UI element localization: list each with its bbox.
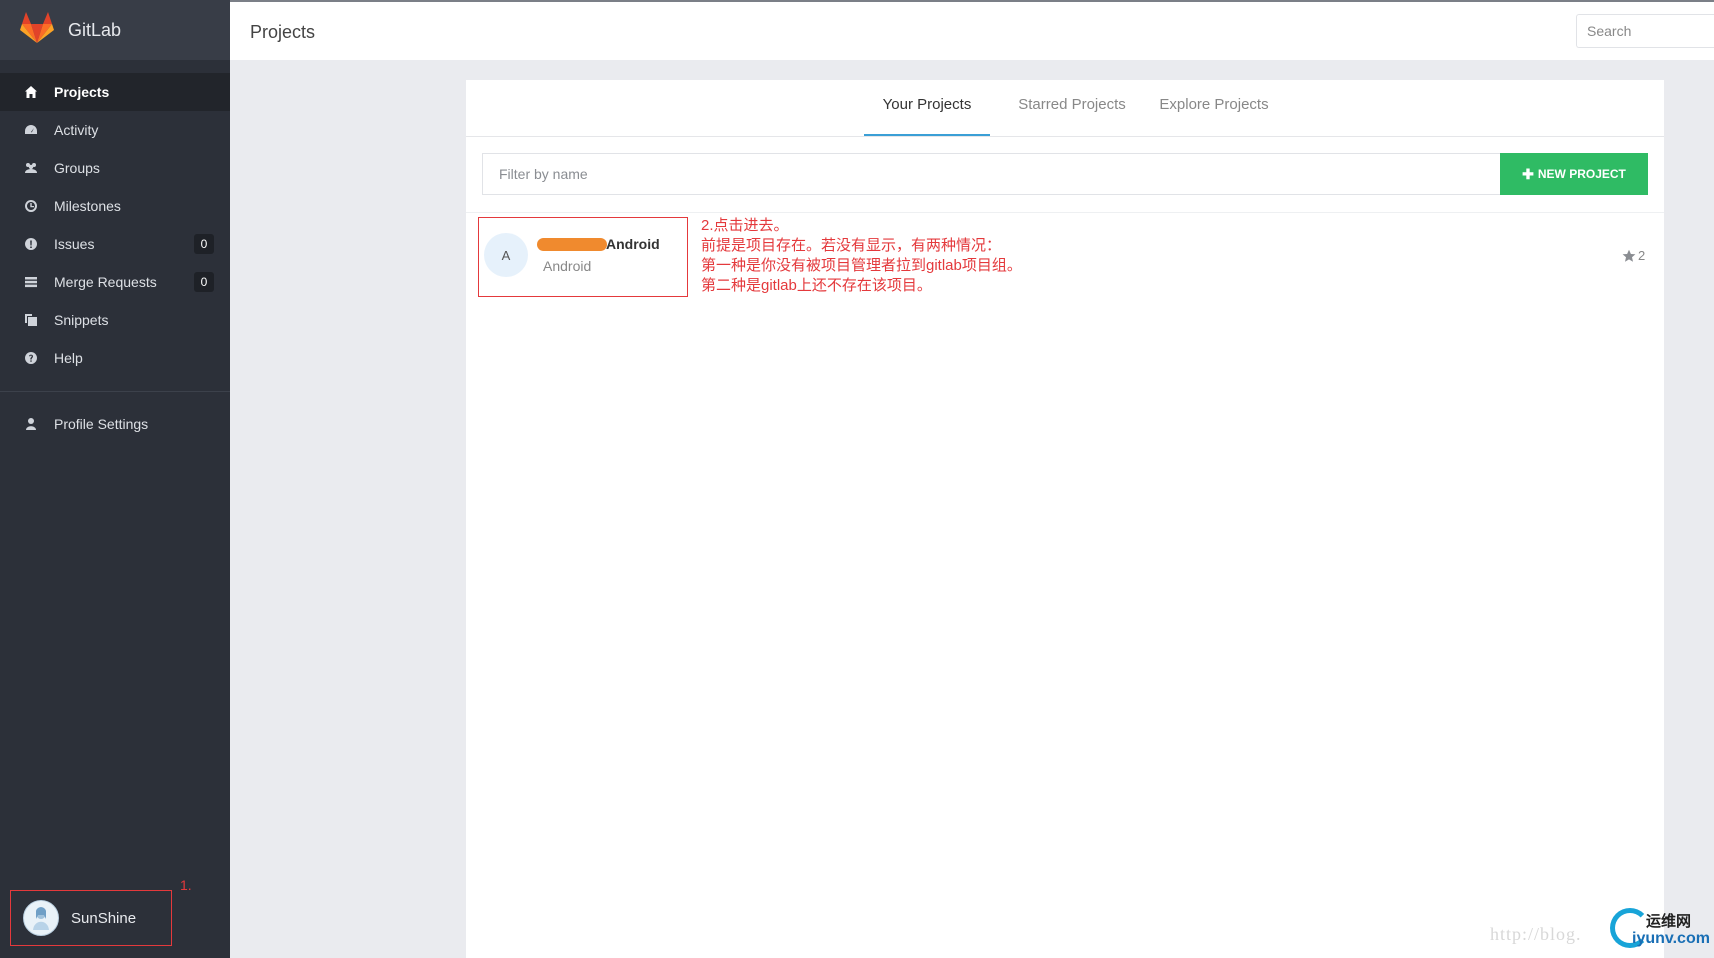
sidebar-item-activity[interactable]: Activity (0, 111, 230, 149)
sidebar-item-projects[interactable]: Projects (0, 73, 230, 111)
home-icon (22, 83, 40, 101)
sidebar-item-label: Help (54, 350, 83, 366)
brand-name: GitLab (68, 19, 122, 40)
project-avatar: A (484, 233, 528, 277)
star-icon (1622, 249, 1636, 262)
gitlab-logo-icon (20, 11, 54, 49)
tab-explore-projects[interactable]: Explore Projects (1146, 80, 1282, 136)
sidebar-item-snippets[interactable]: Snippets (0, 301, 230, 339)
projects-panel: Your Projects Starred Projects Explore P… (466, 80, 1664, 958)
project-row[interactable]: A Android Android (478, 217, 688, 297)
avatar (23, 900, 59, 936)
user-menu[interactable]: SunShine (10, 890, 172, 946)
sidebar-divider (0, 391, 230, 392)
issues-count-badge: 0 (194, 234, 214, 254)
project-name[interactable]: Android (606, 236, 660, 252)
sidebar-item-label: Profile Settings (54, 416, 149, 432)
watermark-logo-cn: 运维网 (1646, 913, 1692, 930)
user-name: SunShine (71, 909, 137, 927)
group-icon (22, 159, 40, 177)
project-description: Android (543, 258, 592, 274)
clock-icon (22, 197, 40, 215)
exclamation-icon (22, 235, 40, 253)
question-icon (22, 349, 40, 367)
page-title: Projects (250, 22, 316, 42)
merge-requests-count-badge: 0 (194, 272, 214, 292)
copy-icon (22, 311, 40, 329)
sidebar-item-label: Activity (54, 122, 99, 138)
redaction-mark (537, 238, 607, 251)
annotation-line: 2.点击进去。 (701, 217, 789, 234)
annotation-step-2: 2.点击进去。 前提是项目存在。若没有显示，有两种情况： 第一种是你没有被项目管… (701, 216, 1022, 296)
watermark-url: http://blog. (1490, 924, 1582, 944)
sidebar-item-help[interactable]: Help (0, 339, 230, 377)
user-avatar-icon (33, 907, 49, 930)
annotation-line: 第二种是gitlab上还不存在该项目。 (701, 277, 932, 294)
list-icon (22, 273, 40, 291)
sidebar-item-milestones[interactable]: Milestones (0, 187, 230, 225)
sidebar-item-groups[interactable]: Groups (0, 149, 230, 187)
annotation-line: 前提是项目存在。若没有显示，有两种情况： (701, 237, 1002, 254)
filter-input[interactable] (482, 153, 1500, 195)
tab-starred-projects[interactable]: Starred Projects (1002, 80, 1142, 136)
plus-icon: ✚ (1522, 165, 1534, 182)
brand[interactable]: GitLab (0, 0, 230, 60)
tab-your-projects[interactable]: Your Projects (864, 80, 990, 136)
watermark-logo-en: iyunv.com (1632, 930, 1710, 947)
new-project-button[interactable]: ✚ NEW PROJECT (1500, 153, 1648, 195)
project-tabs: Your Projects Starred Projects Explore P… (466, 80, 1664, 137)
annotation-step-1: 1. (180, 877, 192, 893)
star-count: 2 (1638, 248, 1646, 263)
sidebar-item-label: Snippets (54, 312, 109, 328)
search-input[interactable] (1576, 14, 1714, 48)
new-project-label: NEW PROJECT (1537, 167, 1626, 181)
top-header: Projects (230, 0, 1714, 60)
watermark-logo: 运维网 iyunv.com (1606, 906, 1712, 956)
sidebar-item-label: Groups (54, 160, 100, 176)
sidebar-item-label: Issues (54, 236, 95, 252)
sidebar-item-label: Merge Requests (54, 274, 157, 290)
sidebar-nav: Projects Activity Groups Milestones Issu… (0, 73, 230, 377)
sidebar: GitLab Projects Activity Groups Mileston… (0, 0, 230, 958)
sidebar-item-profile-settings[interactable]: Profile Settings (0, 405, 230, 443)
project-stars: 2 (1622, 248, 1645, 263)
annotation-line: 第一种是你没有被项目管理者拉到gitlab项目组。 (701, 257, 1022, 274)
sidebar-item-issues[interactable]: Issues 0 (0, 225, 230, 263)
user-icon (22, 415, 40, 433)
filter-row: ✚ NEW PROJECT (466, 137, 1664, 213)
sidebar-item-label: Milestones (54, 198, 121, 214)
dashboard-icon (22, 121, 40, 139)
sidebar-item-label: Projects (54, 84, 110, 100)
sidebar-item-merge-requests[interactable]: Merge Requests 0 (0, 263, 230, 301)
